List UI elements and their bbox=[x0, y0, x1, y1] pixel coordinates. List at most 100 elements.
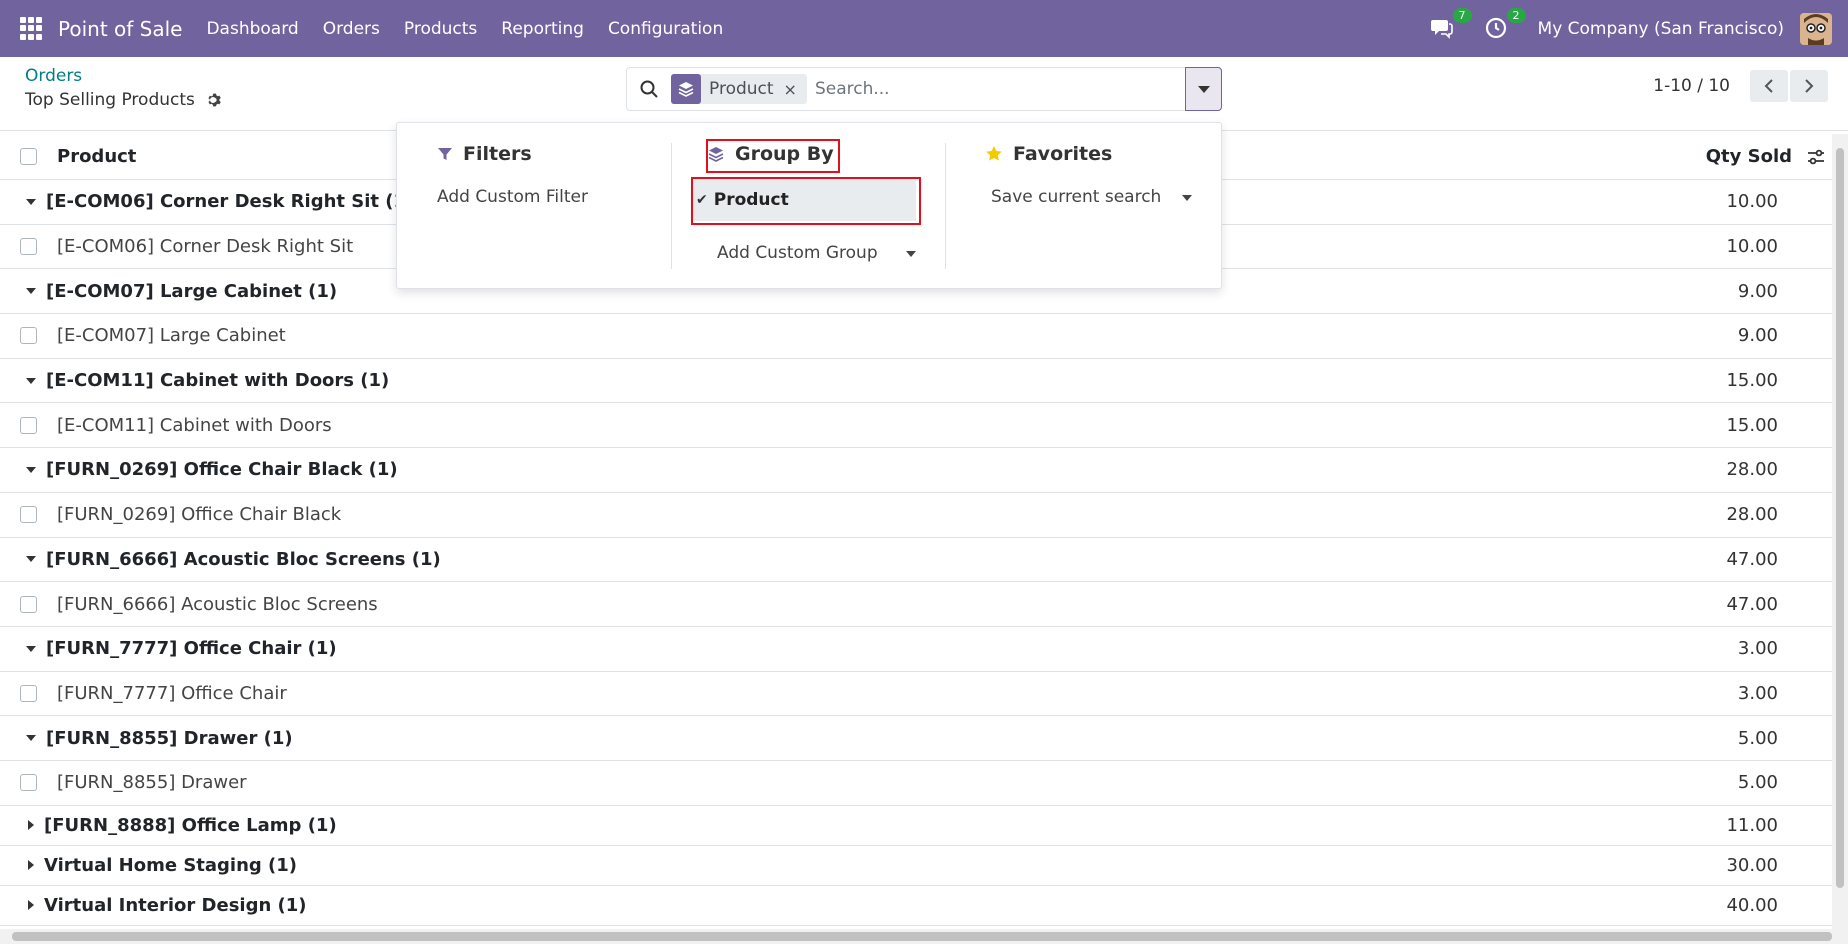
group-qty: 30.00 bbox=[1726, 854, 1778, 876]
qty-sold: 5.00 bbox=[1737, 772, 1778, 794]
caret-down-icon bbox=[906, 251, 916, 257]
row-checkbox[interactable] bbox=[20, 238, 37, 256]
table-row[interactable]: [FURN_8855] Drawer 5.00 bbox=[0, 761, 1832, 806]
table-row[interactable]: [E-COM11] Cabinet with Doors 15.00 bbox=[0, 403, 1832, 449]
caret-down-icon bbox=[26, 198, 36, 205]
table-row[interactable]: [FURN_7777] Office Chair 3.00 bbox=[0, 672, 1832, 717]
product-name: [FURN_0269] Office Chair Black bbox=[57, 504, 342, 526]
table-row[interactable]: [FURN_6666] Acoustic Bloc Screens 47.00 bbox=[0, 582, 1832, 627]
qty-sold: 47.00 bbox=[1726, 593, 1778, 615]
app-name[interactable]: Point of Sale bbox=[58, 17, 182, 41]
pager: 1-10 / 10 bbox=[1653, 70, 1828, 102]
group-qty: 10.00 bbox=[1726, 191, 1778, 213]
list-body: [E-COM06] Corner Desk Right Sit (1) 10.00… bbox=[0, 180, 1832, 926]
group-row[interactable]: [FURN_8855] Drawer (1) 5.00 bbox=[0, 716, 1832, 761]
table-row[interactable]: [E-COM07] Large Cabinet 9.00 bbox=[0, 314, 1832, 359]
nav-orders[interactable]: Orders bbox=[323, 19, 380, 39]
search-icon bbox=[640, 80, 658, 98]
nav-products[interactable]: Products bbox=[404, 19, 477, 39]
vertical-scroll-thumb[interactable] bbox=[1836, 148, 1844, 888]
filters-title: Filters bbox=[437, 143, 588, 165]
pager-previous-button[interactable] bbox=[1750, 70, 1788, 102]
qty-sold: 10.00 bbox=[1726, 236, 1778, 258]
chevron-left-icon bbox=[1764, 79, 1773, 93]
page-title: Top Selling Products bbox=[25, 90, 221, 110]
table-row[interactable]: [FURN_0269] Office Chair Black 28.00 bbox=[0, 493, 1832, 538]
group-row[interactable]: [E-COM11] Cabinet with Doors (1) 15.00 bbox=[0, 358, 1832, 404]
row-checkbox[interactable] bbox=[20, 327, 37, 345]
row-checkbox[interactable] bbox=[20, 595, 37, 613]
company-switcher[interactable]: My Company (San Francisco) bbox=[1538, 19, 1784, 39]
search-input[interactable] bbox=[814, 79, 1175, 99]
pager-value[interactable]: 1-10 / 10 bbox=[1653, 76, 1730, 96]
product-name: [FURN_8855] Drawer bbox=[57, 772, 247, 794]
group-qty: 28.00 bbox=[1726, 459, 1778, 481]
group-row[interactable]: Virtual Interior Design (1) 40.00 bbox=[0, 885, 1832, 926]
vertical-scrollbar[interactable] bbox=[1832, 134, 1848, 929]
group-qty: 9.00 bbox=[1737, 280, 1778, 302]
group-label: Virtual Interior Design (1) bbox=[44, 894, 307, 916]
product-name: [E-COM11] Cabinet with Doors bbox=[57, 414, 332, 436]
gear-icon[interactable] bbox=[205, 92, 221, 108]
row-checkbox[interactable] bbox=[20, 774, 37, 792]
search-options-toggle[interactable] bbox=[1185, 67, 1222, 111]
breadcrumb-orders[interactable]: Orders bbox=[25, 66, 82, 86]
messages-button[interactable]: 7 bbox=[1430, 7, 1472, 42]
group-row[interactable]: [FURN_6666] Acoustic Bloc Screens (1) 47.… bbox=[0, 537, 1832, 583]
horizontal-scroll-thumb[interactable] bbox=[12, 932, 1832, 941]
group-row[interactable]: [FURN_7777] Office Chair (1) 3.00 bbox=[0, 626, 1832, 672]
group-label: [E-COM06] Corner Desk Right Sit (1) bbox=[46, 191, 415, 213]
product-name: [E-COM07] Large Cabinet bbox=[57, 325, 286, 347]
caret-down-icon bbox=[26, 556, 36, 563]
group-label: [FURN_8888] Office Lamp (1) bbox=[44, 814, 337, 836]
user-avatar[interactable] bbox=[1800, 12, 1832, 45]
app-grid-icon[interactable] bbox=[20, 16, 44, 41]
product-name: [FURN_7777] Office Chair bbox=[57, 682, 287, 704]
product-name: [E-COM06] Corner Desk Right Sit bbox=[57, 236, 354, 258]
nav-reporting[interactable]: Reporting bbox=[501, 19, 584, 39]
user-face-icon bbox=[1800, 12, 1832, 45]
group-label: [FURN_7777] Office Chair (1) bbox=[46, 638, 337, 660]
group-label: [E-COM11] Cabinet with Doors (1) bbox=[46, 370, 390, 392]
remove-facet-button[interactable]: × bbox=[784, 80, 807, 99]
group-row[interactable]: Virtual Home Staging (1) 30.00 bbox=[0, 845, 1832, 886]
filters-title-text: Filters bbox=[463, 143, 532, 165]
activities-button[interactable]: 2 bbox=[1484, 7, 1526, 42]
group-row[interactable]: [FURN_8888] Office Lamp (1) 11.00 bbox=[0, 805, 1832, 846]
column-header-qty-sold[interactable]: Qty Sold bbox=[1706, 146, 1792, 167]
column-header-product[interactable]: Product bbox=[57, 146, 136, 167]
star-icon bbox=[986, 146, 1002, 161]
pager-next-button[interactable] bbox=[1790, 70, 1828, 102]
chevron-right-icon bbox=[1805, 79, 1814, 93]
select-all-checkbox[interactable] bbox=[20, 148, 37, 165]
group-label: Virtual Home Staging (1) bbox=[44, 854, 298, 876]
row-checkbox[interactable] bbox=[20, 506, 37, 524]
caret-down-icon bbox=[26, 645, 36, 652]
add-custom-filter[interactable]: Add Custom Filter bbox=[437, 187, 588, 207]
messages-badge: 7 bbox=[1452, 7, 1472, 23]
group-label: [FURN_8855] Drawer (1) bbox=[46, 727, 293, 749]
qty-sold: 15.00 bbox=[1726, 414, 1778, 436]
row-checkbox[interactable] bbox=[20, 684, 37, 702]
group-qty: 11.00 bbox=[1726, 814, 1778, 836]
caret-down-icon bbox=[26, 735, 36, 742]
caret-down-icon bbox=[26, 466, 36, 473]
group-qty: 3.00 bbox=[1737, 638, 1778, 660]
nav-dashboard[interactable]: Dashboard bbox=[206, 19, 298, 39]
save-current-search[interactable]: Save current search bbox=[991, 187, 1161, 207]
qty-sold: 3.00 bbox=[1737, 682, 1778, 704]
qty-sold: 9.00 bbox=[1737, 325, 1778, 347]
group-qty: 40.00 bbox=[1726, 894, 1778, 916]
nav-configuration[interactable]: Configuration bbox=[608, 19, 723, 39]
qty-sold: 28.00 bbox=[1726, 504, 1778, 526]
horizontal-scrollbar[interactable] bbox=[0, 929, 1848, 944]
group-row[interactable]: [FURN_0269] Office Chair Black (1) 28.00 bbox=[0, 448, 1832, 493]
group-label: [E-COM07] Large Cabinet (1) bbox=[46, 280, 338, 302]
add-custom-group-select[interactable]: Add Custom Group bbox=[717, 243, 878, 263]
caret-right-icon bbox=[28, 820, 34, 831]
filters-panel: Filters Add Custom Filter bbox=[437, 143, 588, 207]
row-checkbox[interactable] bbox=[20, 416, 37, 434]
caret-right-icon bbox=[28, 900, 34, 911]
optional-columns-icon[interactable] bbox=[1806, 147, 1826, 167]
caret-down-icon bbox=[26, 377, 36, 384]
